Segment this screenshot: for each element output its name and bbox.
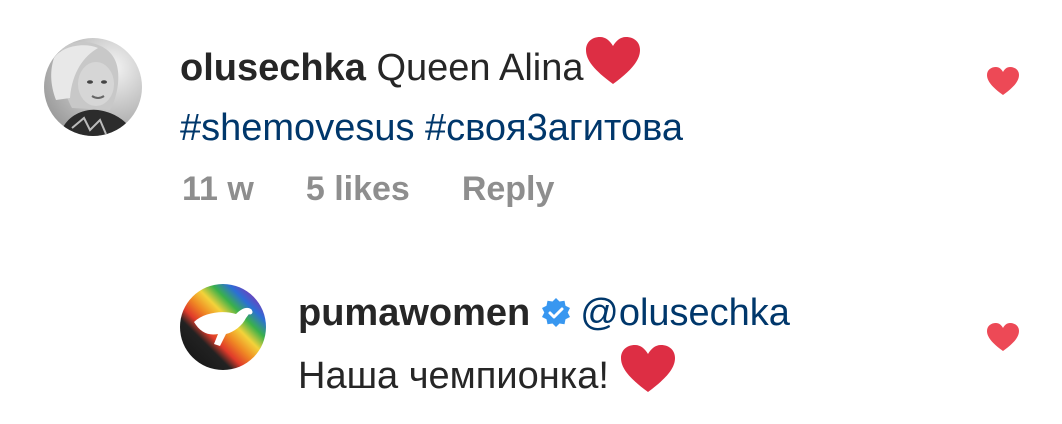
comment-text: olusechka Queen Alina #shemovesus #своя3… [180,36,960,155]
comment-like-count[interactable]: 5 likes [306,170,410,209]
reply-comment-item: pumawomen @olusechka Наша чемпионка! [0,240,1062,424]
comment-meta: 11 w 5 likes Reply [182,170,606,209]
comment-timestamp: 11 w [182,170,254,208]
heart-like-icon[interactable] [986,322,1020,357]
reply-username[interactable]: pumawomen [298,292,530,334]
hashtag-link[interactable]: #shemovesus [180,107,414,149]
avatar[interactable] [180,284,266,370]
red-heart-emoji-icon [619,344,677,409]
verified-badge-icon [540,290,572,344]
reply-text: pumawomen @olusechka Наша чемпионка! [298,286,958,409]
reply-body: Наша чемпионка! [298,355,609,397]
comment-body: Queen Alina [376,47,584,89]
hashtag-link[interactable]: #своя3агитова [425,107,683,149]
avatar[interactable] [44,38,142,136]
heart-like-icon[interactable] [986,66,1020,101]
comment-item: olusechka Queen Alina #shemovesus #своя3… [0,0,1062,240]
comment-username[interactable]: olusechka [180,47,366,89]
reply-button[interactable]: Reply [462,170,555,209]
mention-link[interactable]: @olusechka [580,292,790,334]
red-heart-emoji-icon [584,36,642,101]
